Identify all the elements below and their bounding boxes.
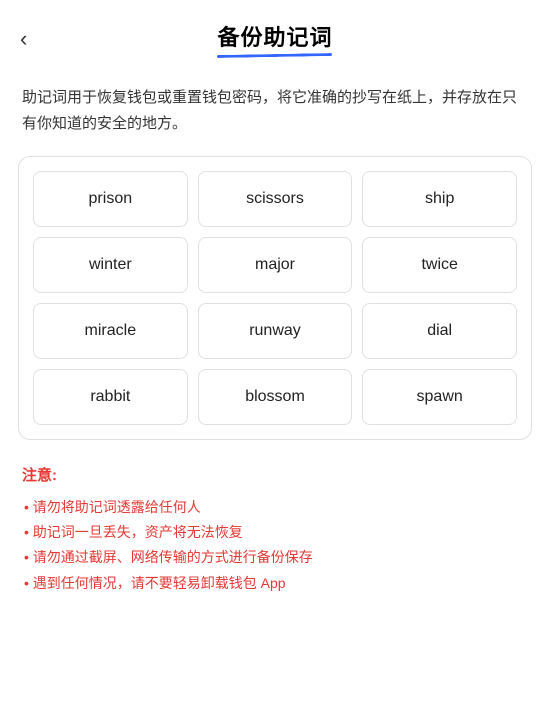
mnemonic-cell: blossom: [198, 369, 353, 425]
title-wrapper: 备份助记词: [217, 20, 332, 57]
mnemonic-grid-wrapper: prisonscissorsship wintermajortwice miracl…: [18, 156, 532, 440]
mnemonic-cell: dial: [362, 303, 517, 359]
notice-title: 注意:: [22, 464, 528, 485]
mnemonic-cell: scissors: [198, 171, 353, 227]
back-button[interactable]: ‹: [20, 28, 27, 50]
header: ‹ 备份助记词: [0, 0, 550, 67]
mnemonic-cell: miracle: [33, 303, 188, 359]
title-underline: [217, 53, 332, 58]
mnemonic-cell: prison: [33, 171, 188, 227]
mnemonic-cell: major: [198, 237, 353, 293]
page-title: 备份助记词: [217, 20, 332, 52]
mnemonic-cell: twice: [362, 237, 517, 293]
mnemonic-grid: prisonscissorsship wintermajortwice miracl…: [33, 171, 517, 425]
notice-items: • 请勿将助记词透露给任何人• 助记词一旦丢失，资产将无法恢复• 请勿通过截屏、…: [22, 495, 528, 596]
notice-item: • 助记词一旦丢失，资产将无法恢复: [22, 520, 528, 545]
notice-item: • 请勿通过截屏、网络传输的方式进行备份保存: [22, 545, 528, 570]
mnemonic-cell: spawn: [362, 369, 517, 425]
notice-item: • 请勿将助记词透露给任何人: [22, 495, 528, 520]
mnemonic-cell: winter: [33, 237, 188, 293]
notice-item: • 遇到任何情况，请不要轻易卸载钱包 App: [22, 571, 528, 596]
description: 助记词用于恢复钱包或重置钱包密码，将它准确的抄写在纸上，并存放在只有你知道的安全…: [0, 67, 550, 156]
mnemonic-cell: rabbit: [33, 369, 188, 425]
mnemonic-cell: ship: [362, 171, 517, 227]
notice-section: 注意: • 请勿将助记词透露给任何人• 助记词一旦丢失，资产将无法恢复• 请勿通…: [0, 440, 550, 616]
mnemonic-cell: runway: [198, 303, 353, 359]
